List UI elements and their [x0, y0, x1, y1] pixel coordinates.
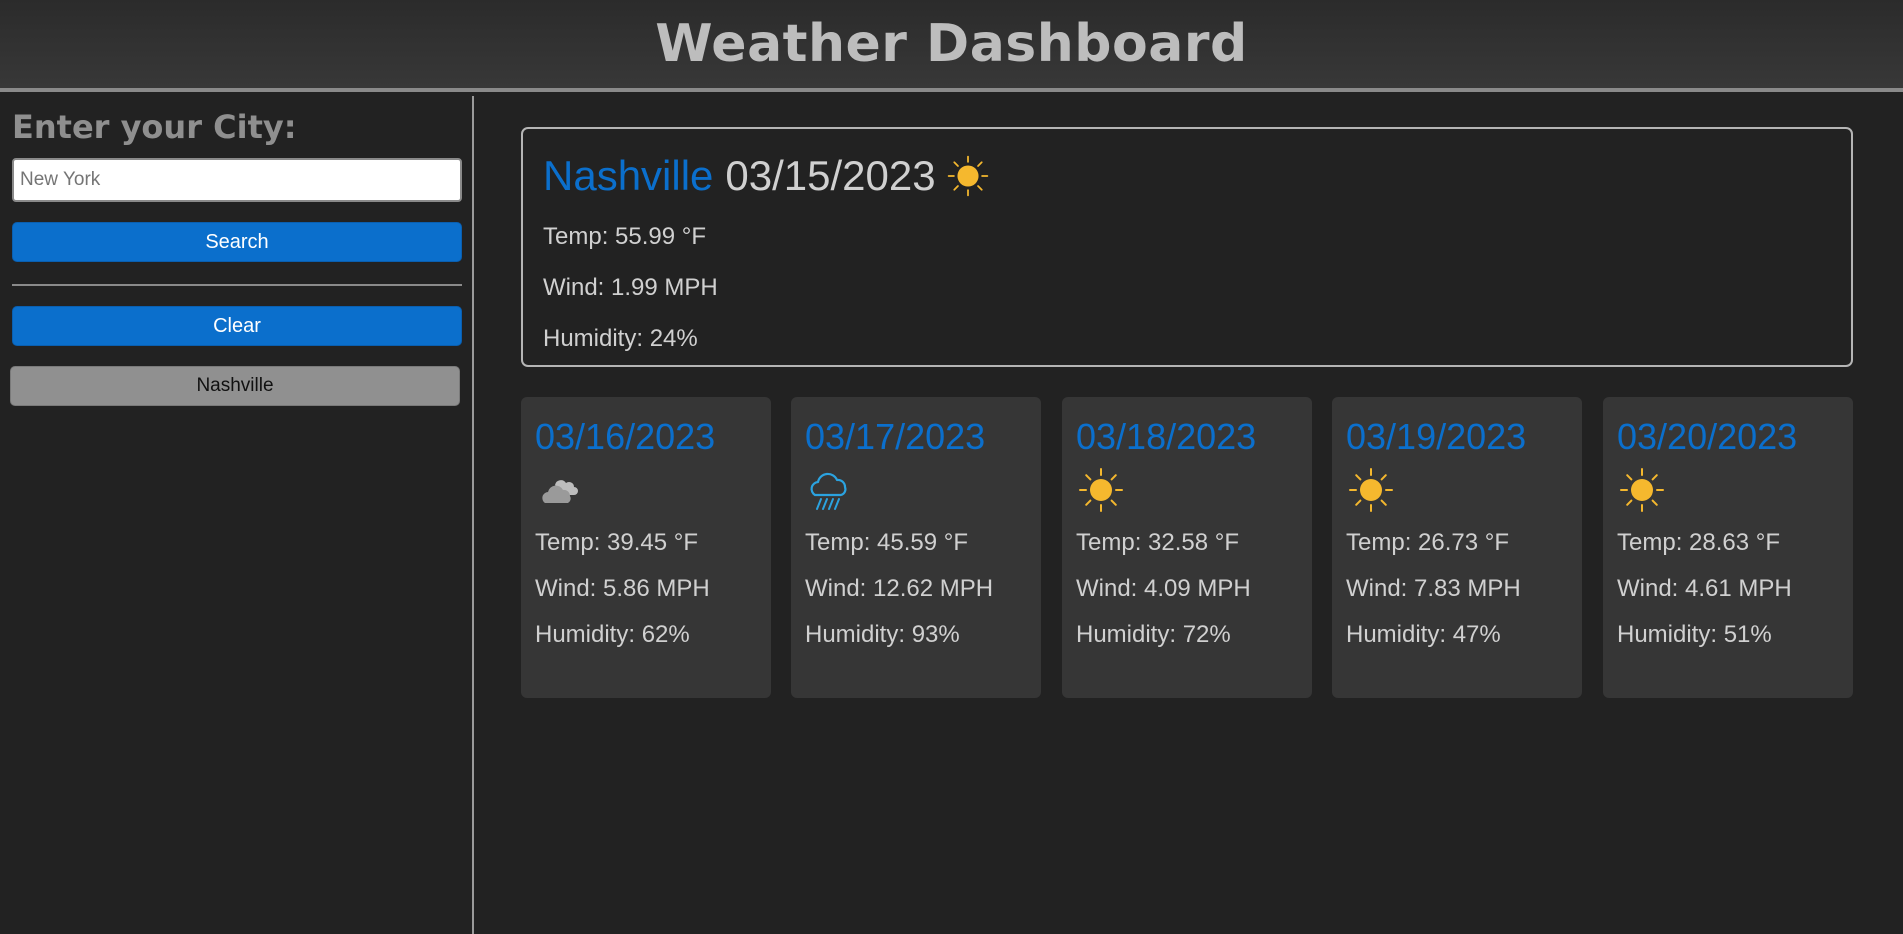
city-label: Enter your City:: [12, 108, 297, 146]
forecast-card: 03/17/2023 Temp: 45.59 °F Wind: 12.62 MP…: [791, 397, 1041, 698]
current-weather-title: Nashville 03/15/2023: [543, 151, 1831, 201]
current-city-name: Nashville: [543, 152, 714, 199]
forecast-temp: Temp: 28.63 °F: [1617, 529, 1781, 556]
search-sidebar: Enter your City: Search Clear Nashville: [0, 96, 474, 934]
forecast-date: 03/20/2023: [1617, 416, 1798, 457]
forecast-wind: Wind: 4.61 MPH: [1617, 575, 1792, 602]
sidebar-divider: [12, 284, 462, 286]
forecast-card: 03/16/2023 Temp: 39.45 °F Wind: 5.86 MPH…: [521, 397, 771, 698]
search-button[interactable]: Search: [12, 222, 462, 262]
history-city-button[interactable]: Nashville: [10, 366, 460, 406]
forecast-humidity: Humidity: 51%: [1617, 621, 1772, 648]
current-wind: Wind: 1.99 MPH: [543, 274, 718, 301]
forecast-humidity: Humidity: 47%: [1346, 621, 1501, 648]
forecast-card: 03/18/2023 Temp: 32.58 °F Wind: 4.09 MPH…: [1062, 397, 1312, 698]
forecast-date: 03/19/2023: [1346, 416, 1527, 457]
forecast-humidity: Humidity: 72%: [1076, 621, 1231, 648]
forecast-wind: Wind: 4.09 MPH: [1076, 575, 1251, 602]
forecast-date: 03/16/2023: [535, 416, 716, 457]
clear-button[interactable]: Clear: [12, 306, 462, 346]
forecast-temp: Temp: 26.73 °F: [1346, 529, 1510, 556]
forecast-temp: Temp: 39.45 °F: [535, 529, 699, 556]
forecast-humidity: Humidity: 93%: [805, 621, 960, 648]
forecast-temp: Temp: 32.58 °F: [1076, 529, 1240, 556]
forecast-wind: Wind: 5.86 MPH: [535, 575, 710, 602]
forecast-card: 03/19/2023 Temp: 26.73 °F Wind: 7.83 MPH…: [1332, 397, 1582, 698]
current-date: 03/15/2023: [725, 152, 936, 199]
forecast-wind: Wind: 12.62 MPH: [805, 575, 994, 602]
rain-icon: [810, 472, 847, 510]
sun-icon: [1620, 468, 1664, 512]
forecast-date: 03/17/2023: [805, 416, 986, 457]
current-humidity: Humidity: 24%: [543, 325, 698, 352]
forecast-humidity: Humidity: 62%: [535, 621, 690, 648]
forecast-wind: Wind: 7.83 MPH: [1346, 575, 1521, 602]
city-search-input[interactable]: [12, 158, 462, 202]
clouds-icon: [542, 480, 578, 503]
current-weather-card: Nashville 03/15/2023 Temp: 55.99 °F Wind…: [521, 127, 1853, 367]
forecast-card: 03/20/2023 Temp: 28.63 °F Wind: 4.61 MPH…: [1603, 397, 1853, 698]
page-header: Weather Dashboard: [0, 0, 1903, 92]
page-title: Weather Dashboard: [655, 14, 1248, 74]
forecast-date: 03/18/2023: [1076, 416, 1257, 457]
forecast-temp: Temp: 45.59 °F: [805, 529, 969, 556]
sun-icon: [1079, 468, 1123, 512]
current-temp: Temp: 55.99 °F: [543, 223, 707, 250]
sun-icon: [947, 155, 988, 197]
sun-icon: [1349, 468, 1393, 512]
